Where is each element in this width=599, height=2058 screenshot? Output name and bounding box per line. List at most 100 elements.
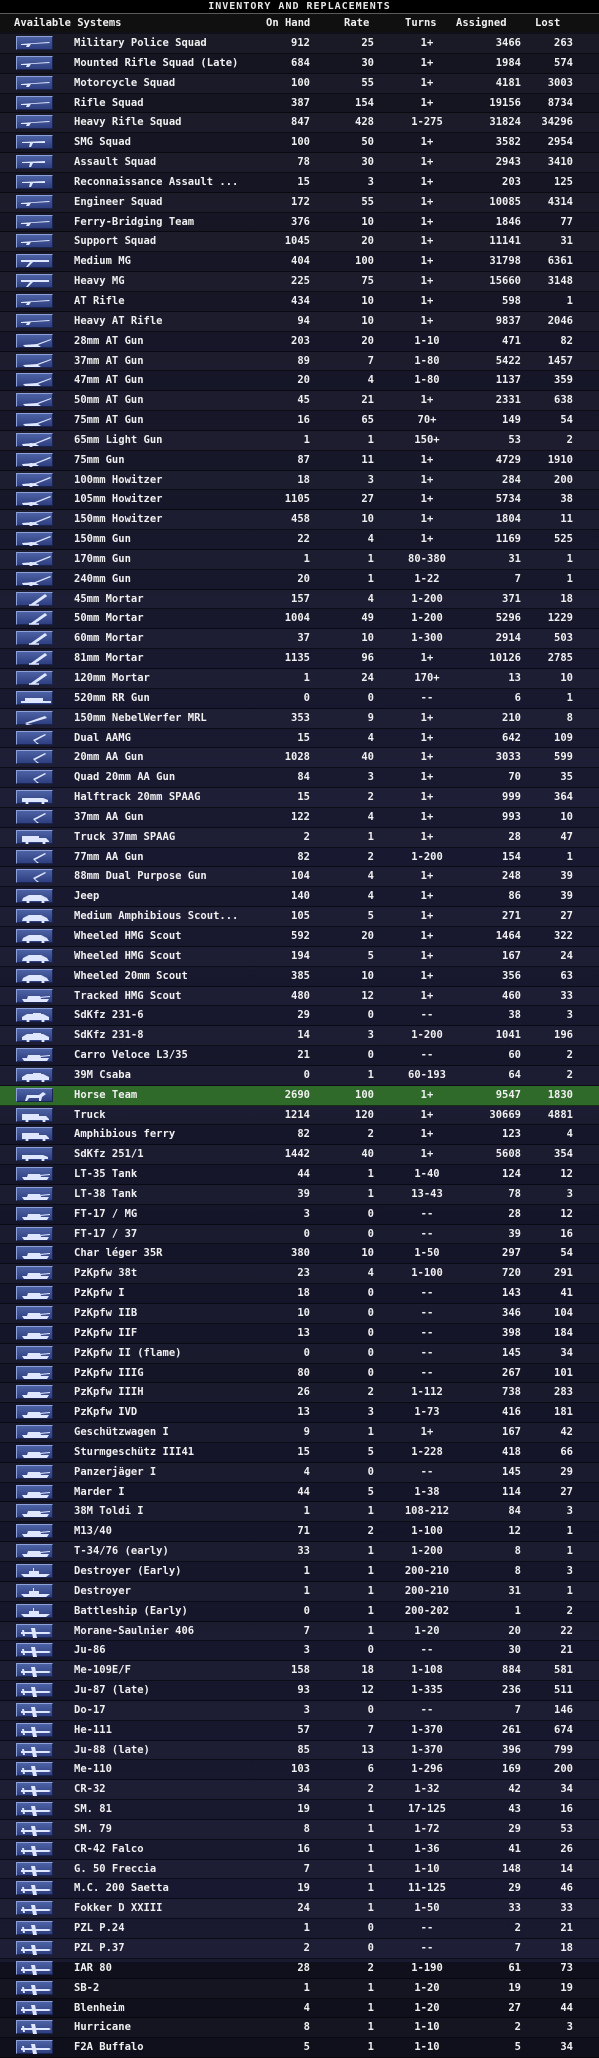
list-item[interactable]: Halftrack 20mm SPAAG 15 2 1+ 999 364 <box>0 788 599 808</box>
list-item[interactable]: Wheeled HMG Scout 592 20 1+ 1464 322 <box>0 926 599 947</box>
list-item[interactable]: SMG Squad 100 50 1+ 3582 2954 <box>0 133 599 154</box>
header-on-hand[interactable]: On Hand <box>266 14 310 32</box>
list-item[interactable]: 150mm Gun 22 4 1+ 1169 525 <box>0 530 599 550</box>
list-item[interactable]: 105mm Howitzer 1105 27 1+ 5734 38 <box>0 490 599 511</box>
list-item[interactable]: PZL P.24 1 0 -- 2 21 <box>0 1919 599 1939</box>
list-item[interactable]: Engineer Squad 172 55 1+ 10085 4314 <box>0 192 599 213</box>
list-item[interactable]: Dual AAMG 15 4 1+ 642 109 <box>0 728 599 749</box>
list-item[interactable]: FT-17 / 37 0 0 -- 39 16 <box>0 1224 599 1245</box>
list-item[interactable]: 47mm AT Gun 20 4 1-80 1137 359 <box>0 371 599 392</box>
list-item[interactable]: Carro Veloce L3/35 21 0 -- 60 2 <box>0 1046 599 1066</box>
list-item[interactable]: Horse Team 2690 100 1+ 9547 1830 <box>0 1085 599 1106</box>
list-item[interactable]: SdKfz 231-8 14 3 1-200 1041 196 <box>0 1026 599 1047</box>
list-item[interactable]: 150mm Howitzer 458 10 1+ 1804 11 <box>0 510 599 531</box>
list-item[interactable]: Motorcycle Squad 100 55 1+ 4181 3003 <box>0 73 599 94</box>
header-turns[interactable]: Turns <box>405 14 437 32</box>
list-item[interactable]: Support Squad 1045 20 1+ 11141 31 <box>0 232 599 253</box>
list-item[interactable]: Wheeled 20mm Scout 385 10 1+ 356 63 <box>0 966 599 987</box>
list-item[interactable]: PzKpfw 38t 23 4 1-100 720 291 <box>0 1264 599 1285</box>
list-item[interactable]: T-34/76 (early) 33 1 1-200 8 1 <box>0 1542 599 1562</box>
list-item[interactable]: Heavy MG 225 75 1+ 15660 3148 <box>0 272 599 292</box>
header-assigned[interactable]: Assigned <box>456 14 507 32</box>
list-item[interactable]: SM. 79 8 1 1-72 29 53 <box>0 1819 599 1840</box>
list-item[interactable]: 50mm Mortar 1004 49 1-200 5296 1229 <box>0 609 599 630</box>
list-item[interactable]: SdKfz 231-6 29 0 -- 38 3 <box>0 1006 599 1027</box>
list-item[interactable]: 520mm RR Gun 0 0 -- 6 1 <box>0 688 599 709</box>
list-item[interactable]: 37mm AT Gun 89 7 1-80 5422 1457 <box>0 351 599 372</box>
list-item[interactable]: Truck 1214 120 1+ 30669 4881 <box>0 1105 599 1126</box>
list-item[interactable]: PzKpfw IIIH 26 2 1-112 738 283 <box>0 1383 599 1404</box>
header-rate[interactable]: Rate <box>344 14 369 32</box>
list-item[interactable]: 150mm NebelWerfer MRL 353 9 1+ 210 8 <box>0 708 599 729</box>
list-item[interactable]: PzKpfw I 18 0 -- 143 41 <box>0 1284 599 1304</box>
list-item[interactable]: CR-42 Falco 16 1 1-36 41 26 <box>0 1839 599 1860</box>
list-item[interactable]: CR-32 34 2 1-32 42 34 <box>0 1780 599 1801</box>
list-item[interactable]: PzKpfw IVD 13 3 1-73 416 181 <box>0 1403 599 1424</box>
list-item[interactable]: Char léger 35R 380 10 1-50 297 54 <box>0 1244 599 1265</box>
list-item[interactable]: 120mm Mortar 1 24 170+ 13 10 <box>0 669 599 689</box>
list-item[interactable]: Panzerjäger I 4 0 -- 145 29 <box>0 1462 599 1483</box>
list-item[interactable]: M.C. 200 Saetta 19 1 11-125 29 46 <box>0 1879 599 1900</box>
list-item[interactable]: PzKpfw II (flame) 0 0 -- 145 34 <box>0 1343 599 1364</box>
list-item[interactable]: 88mm Dual Purpose Gun 104 4 1+ 248 39 <box>0 867 599 888</box>
list-item[interactable]: 45mm Mortar 157 4 1-200 371 18 <box>0 589 599 610</box>
list-item[interactable]: Truck 37mm SPAAG 2 1 1+ 28 47 <box>0 827 599 848</box>
list-item[interactable]: Military Police Squad 912 25 1+ 3466 263 <box>0 34 599 54</box>
list-item[interactable]: 20mm AA Gun 1028 40 1+ 3033 599 <box>0 748 599 769</box>
list-item[interactable]: 240mm Gun 20 1 1-22 7 1 <box>0 569 599 590</box>
list-item[interactable]: Do-17 3 0 -- 7 146 <box>0 1700 599 1721</box>
list-item[interactable]: 37mm AA Gun 122 4 1+ 993 10 <box>0 807 599 828</box>
list-item[interactable]: 39M Csaba 0 1 60-193 64 2 <box>0 1065 599 1086</box>
list-item[interactable]: AT Rifle 434 10 1+ 598 1 <box>0 291 599 312</box>
list-item[interactable]: PZL P.37 2 0 -- 7 18 <box>0 1939 599 1959</box>
list-item[interactable]: 60mm Mortar 37 10 1-300 2914 503 <box>0 629 599 650</box>
list-item[interactable]: M13/40 71 2 1-100 12 1 <box>0 1522 599 1543</box>
list-item[interactable]: Sturmgeschütz III41 15 5 1-228 418 66 <box>0 1442 599 1463</box>
list-item[interactable]: 75mm AT Gun 16 65 70+ 149 54 <box>0 411 599 431</box>
list-item[interactable]: Destroyer (Early) 1 1 200-210 8 3 <box>0 1561 599 1582</box>
list-item[interactable]: LT-35 Tank 44 1 1-40 124 12 <box>0 1165 599 1185</box>
list-item[interactable]: 81mm Mortar 1135 96 1+ 10126 2785 <box>0 649 599 669</box>
list-item[interactable]: PzKpfw IIF 13 0 -- 398 184 <box>0 1323 599 1344</box>
list-item[interactable]: 77mm AA Gun 82 2 1-200 154 1 <box>0 847 599 868</box>
list-item[interactable]: Me-110 103 6 1-296 169 200 <box>0 1760 599 1781</box>
list-item[interactable]: Heavy Rifle Squad 847 428 1-275 31824 34296 <box>0 113 599 134</box>
list-item[interactable]: 65mm Light Gun 1 1 150+ 53 2 <box>0 430 599 451</box>
list-item[interactable]: Wheeled HMG Scout 194 5 1+ 167 24 <box>0 946 599 967</box>
list-item[interactable]: Medium MG 404 100 1+ 31798 6361 <box>0 252 599 273</box>
list-item[interactable]: Fokker D XXIII 24 1 1-50 33 33 <box>0 1899 599 1920</box>
list-item[interactable]: Amphibious ferry 82 2 1+ 123 4 <box>0 1125 599 1146</box>
list-item[interactable]: 38M Toldi I 1 1 108-212 84 3 <box>0 1502 599 1523</box>
list-item[interactable]: FT-17 / MG 3 0 -- 28 12 <box>0 1204 599 1225</box>
list-item[interactable]: Rifle Squad 387 154 1+ 19156 8734 <box>0 93 599 114</box>
list-item[interactable]: Me-109E/F 158 18 1-108 884 581 <box>0 1661 599 1682</box>
list-item[interactable]: PzKpfw IIB 10 0 -- 346 104 <box>0 1304 599 1324</box>
list-item[interactable]: SM. 81 19 1 17-125 43 16 <box>0 1800 599 1820</box>
list-item[interactable]: SdKfz 251/1 1442 40 1+ 5608 354 <box>0 1145 599 1166</box>
header-available-systems[interactable]: Available Systems <box>14 14 121 32</box>
list-item[interactable]: PzKpfw IIIG 80 0 -- 267 101 <box>0 1363 599 1384</box>
list-item[interactable]: Morane-Saulnier 406 7 1 1-20 20 22 <box>0 1621 599 1642</box>
list-item[interactable]: 75mm Gun 87 11 1+ 4729 1910 <box>0 450 599 471</box>
list-item[interactable]: Mounted Rifle Squad (Late) 684 30 1+ 1984 574 <box>0 53 599 74</box>
list-item[interactable]: He-111 57 7 1-370 261 674 <box>0 1720 599 1741</box>
list-item[interactable]: Battleship (Early) 0 1 200-202 1 2 <box>0 1601 599 1622</box>
list-item[interactable]: Heavy AT Rifle 94 10 1+ 9837 2046 <box>0 311 599 332</box>
list-item[interactable]: Jeep 140 4 1+ 86 39 <box>0 887 599 908</box>
list-item[interactable]: Reconnaissance Assault ... 15 3 1+ 203 125 <box>0 172 599 193</box>
list-item[interactable]: 50mm AT Gun 45 21 1+ 2331 638 <box>0 391 599 412</box>
list-item[interactable]: Medium Amphibious Scout... 105 5 1+ 271 27 <box>0 907 599 927</box>
list-item[interactable]: Geschützwagen I 9 1 1+ 167 42 <box>0 1423 599 1443</box>
list-item[interactable]: Ju-87 (late) 93 12 1-335 236 511 <box>0 1681 599 1701</box>
list-item[interactable]: Blenheim 4 1 1-20 27 44 <box>0 1998 599 2019</box>
list-item[interactable]: SB-2 1 1 1-20 19 19 <box>0 1978 599 1999</box>
list-item[interactable]: Destroyer 1 1 200-210 31 1 <box>0 1581 599 1602</box>
header-lost[interactable]: Lost <box>535 14 560 32</box>
list-item[interactable]: 100mm Howitzer 18 3 1+ 284 200 <box>0 470 599 491</box>
list-item[interactable]: Tracked HMG Scout 480 12 1+ 460 33 <box>0 986 599 1007</box>
list-item[interactable]: Ferry-Bridging Team 376 10 1+ 1846 77 <box>0 212 599 233</box>
list-item[interactable]: Ju-88 (late) 85 13 1-370 396 799 <box>0 1740 599 1761</box>
list-item[interactable]: Ju-86 3 0 -- 30 21 <box>0 1641 599 1662</box>
list-item[interactable]: LT-38 Tank 39 1 13-43 78 3 <box>0 1184 599 1205</box>
list-item[interactable]: F2A Buffalo 5 1 1-10 5 34 <box>0 2038 599 2058</box>
